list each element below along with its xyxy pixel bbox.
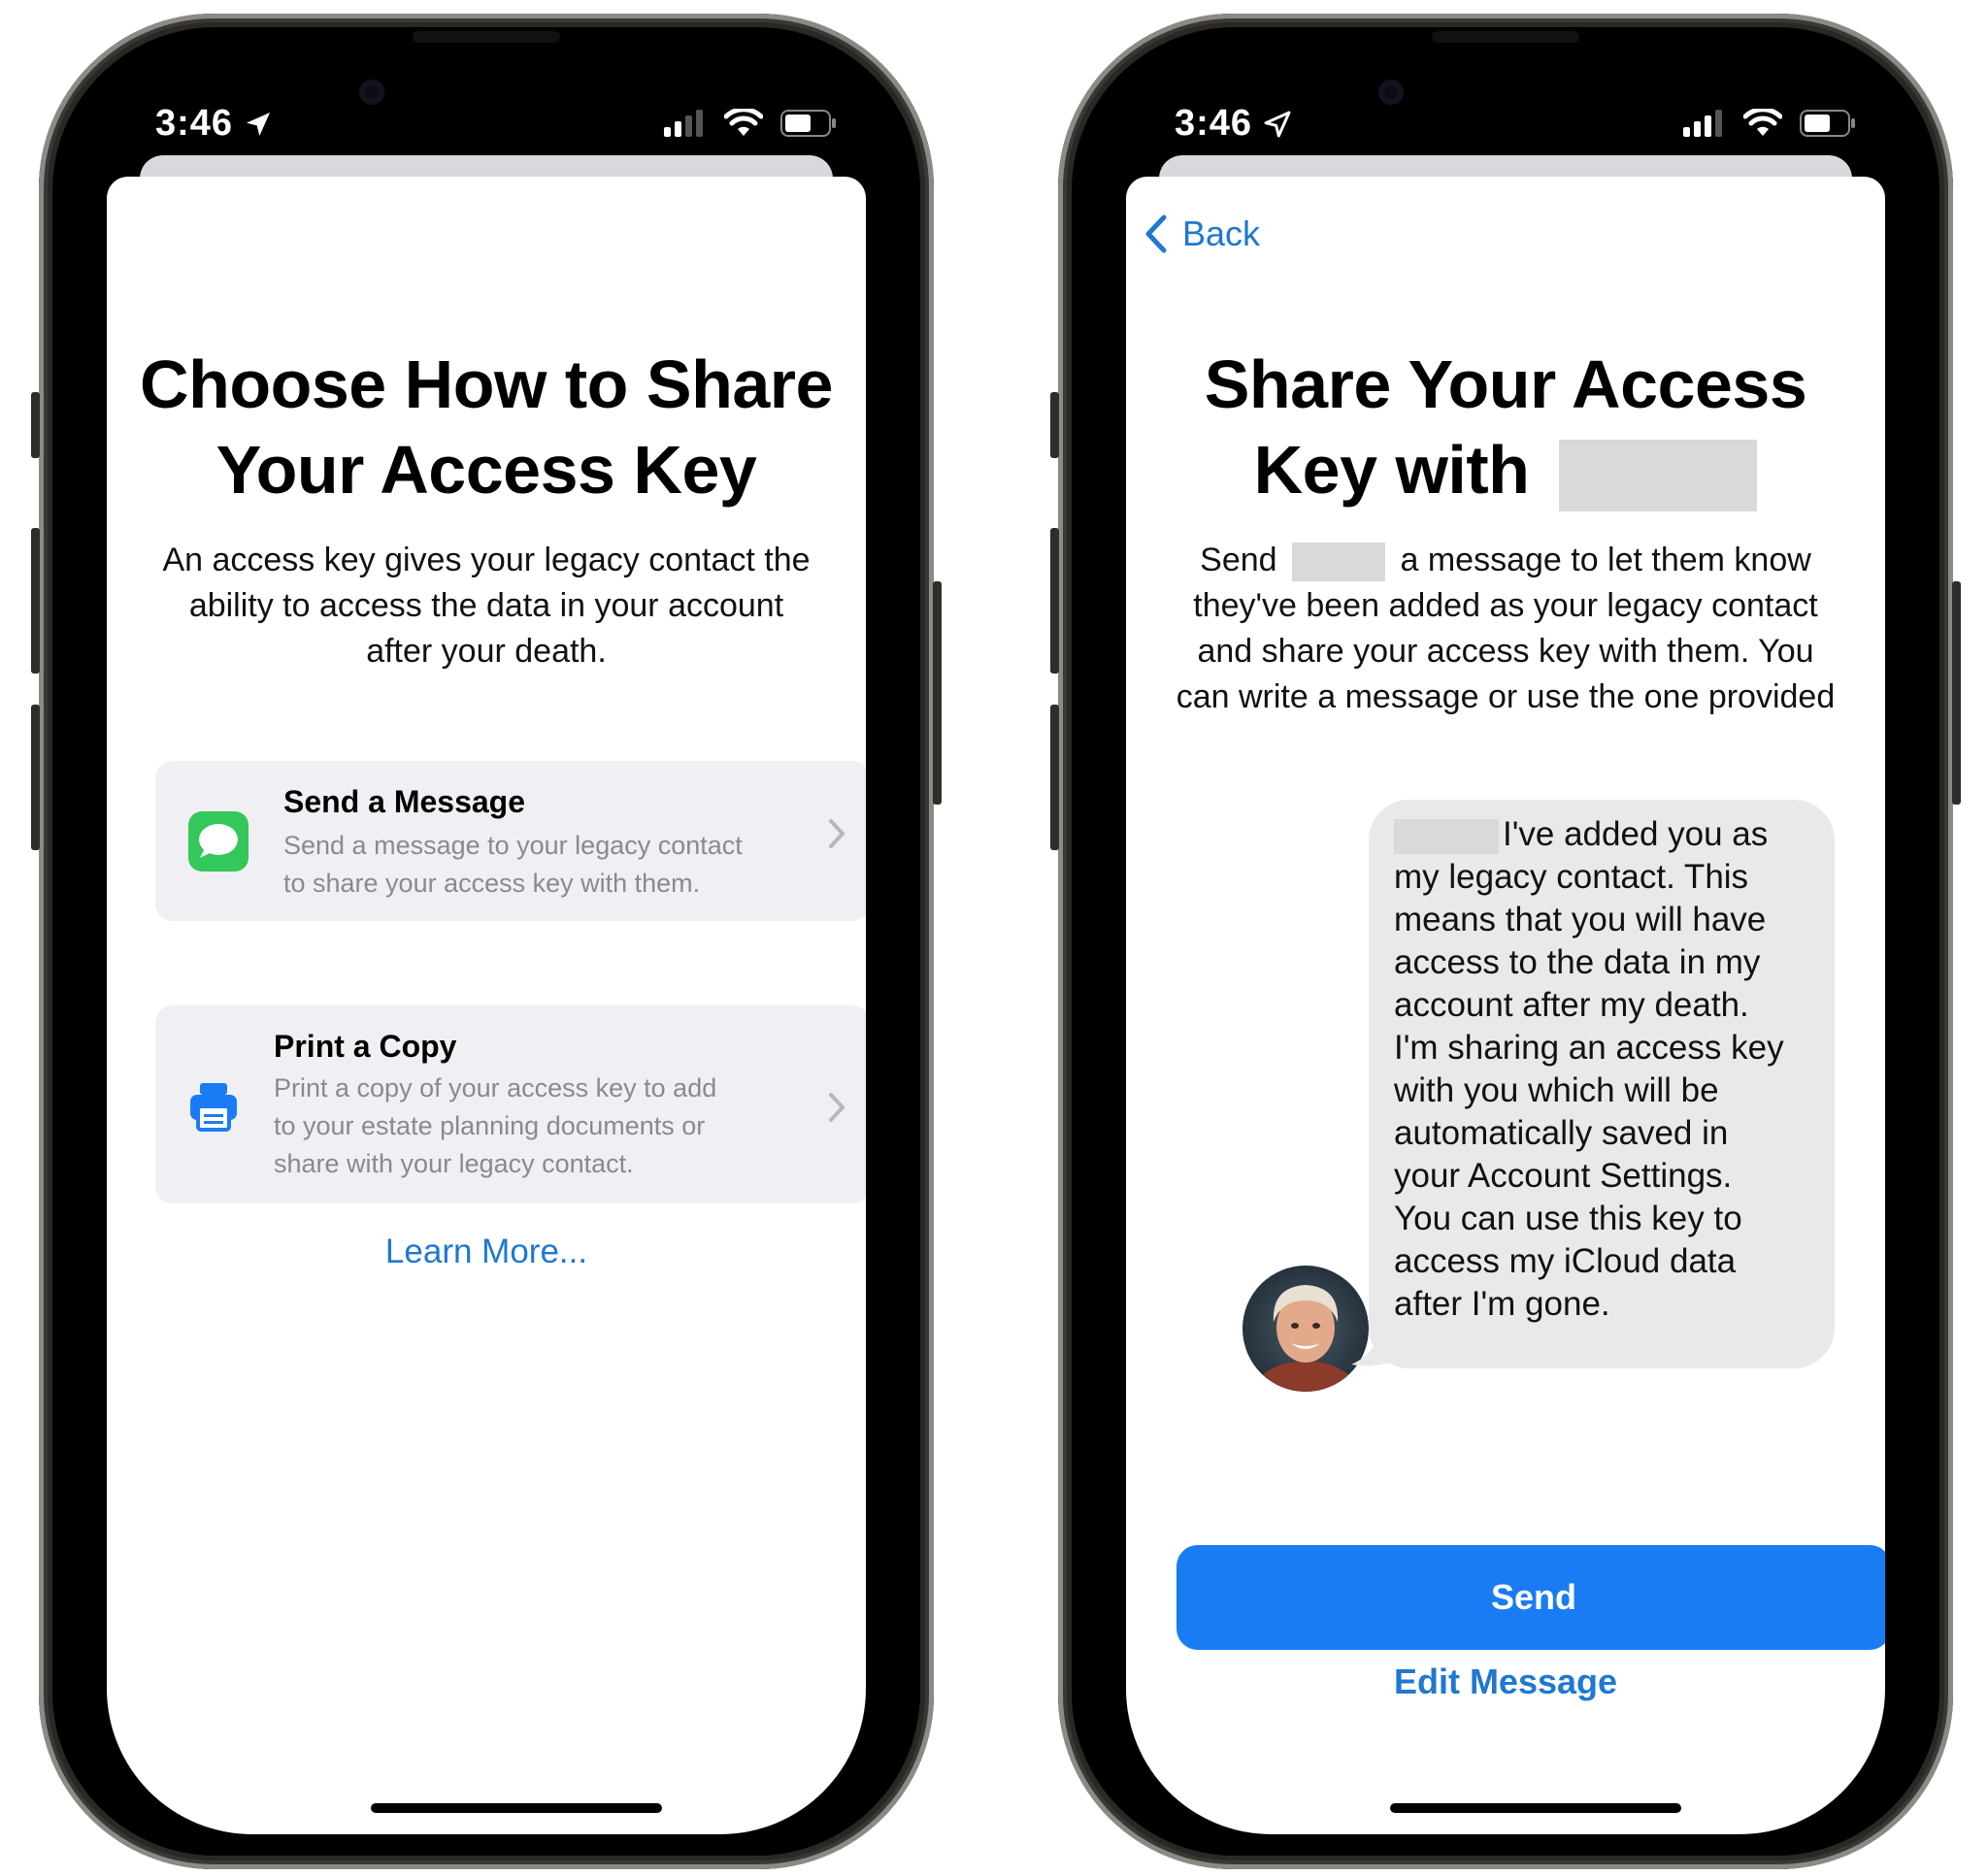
home-indicator <box>371 1803 662 1813</box>
phone-right: 3:46 Back Share Your Access Key with Sen… <box>1050 14 1961 1869</box>
title-line-2: Your Access Key <box>215 432 757 508</box>
message-line: access my iCloud data <box>1394 1242 1737 1280</box>
phone-left: 3:46 Choose How to Share Your Access Key… <box>31 14 942 1869</box>
message-line: with you which will be <box>1394 1071 1719 1109</box>
battery-icon <box>1800 110 1855 137</box>
option-print-copy[interactable]: Print a Copy Print a copy of your access… <box>155 1005 866 1203</box>
status-time-text: 3:46 <box>155 103 234 144</box>
signal-icon <box>1683 110 1722 137</box>
option-title: Send a Message <box>283 784 525 819</box>
mute-switch <box>31 392 40 458</box>
title-line-2-text: Key with <box>1253 432 1530 508</box>
location-arrow-icon <box>247 112 271 136</box>
wifi-icon <box>1743 109 1782 136</box>
redacted-name <box>1559 439 1758 511</box>
back-label: Back <box>1182 214 1261 253</box>
message-line-text: I've added you as <box>1503 815 1769 853</box>
home-indicator <box>1390 1803 1681 1813</box>
option-description: Print a copy of your access key to add t… <box>274 1070 716 1183</box>
messages-icon <box>188 811 248 872</box>
description-line: Send a message to let them know <box>1136 538 1875 583</box>
message-line: I've added you as <box>1394 813 1809 856</box>
status-bar-time: 3:46 <box>155 103 274 145</box>
mute-switch <box>1050 392 1059 458</box>
description-send-word: Send <box>1200 542 1277 578</box>
description-line: ability to access the data in your accou… <box>188 587 784 624</box>
printer-icon <box>186 1079 241 1134</box>
volume-down-button <box>31 705 40 850</box>
description: Send a message to let them know they've … <box>1136 538 1875 720</box>
screen-share-access: Back Share Your Access Key with Send a m… <box>1126 177 1885 1834</box>
title-line-1: Choose How to Share <box>140 346 833 422</box>
volume-up-button <box>1050 528 1059 674</box>
volume-down-button <box>1050 705 1059 850</box>
status-time-text: 3:46 <box>1175 103 1253 144</box>
message-line: automatically saved in <box>1394 1114 1729 1152</box>
page-title: Choose How to Share Your Access Key <box>107 342 866 512</box>
front-camera <box>1378 80 1404 105</box>
chevron-left-icon <box>1145 214 1167 253</box>
message-line: access to the data in my <box>1394 943 1761 981</box>
chevron-right-icon <box>827 1089 846 1133</box>
message-line: my legacy contact. This <box>1394 858 1749 896</box>
message-line: account after my death. <box>1394 986 1749 1024</box>
description-line: An access key gives your legacy contact … <box>162 542 811 578</box>
chevron-right-icon <box>827 815 846 859</box>
title-line-1: Share Your Access <box>1204 346 1807 422</box>
status-bar-time: 3:46 <box>1175 103 1293 145</box>
edit-message-button[interactable]: Edit Message <box>1126 1662 1885 1702</box>
option-desc-line: to share your access key with them. <box>283 869 701 898</box>
redacted-name <box>1394 818 1499 854</box>
power-button <box>1952 581 1961 805</box>
message-line: means that you will have <box>1394 901 1767 938</box>
description: An access key gives your legacy contact … <box>126 538 846 675</box>
screen-choose-share: Choose How to Share Your Access Key An a… <box>107 177 866 1834</box>
message-line: You can use this key to <box>1394 1200 1742 1237</box>
location-arrow-outline-icon <box>1264 111 1291 137</box>
message-line: after I'm gone. <box>1394 1285 1610 1323</box>
earpiece-speaker <box>1432 31 1579 43</box>
message-bubble: I've added you as my legacy contact. Thi… <box>1369 800 1835 1368</box>
signal-icon <box>664 110 703 137</box>
battery-icon <box>780 110 836 137</box>
option-desc-line: to your estate planning documents or <box>274 1111 706 1140</box>
wifi-icon <box>724 109 763 136</box>
option-desc-line: Print a copy of your access key to add <box>274 1073 717 1103</box>
description-line: they've been added as your legacy contac… <box>1193 587 1818 624</box>
volume-up-button <box>31 528 40 674</box>
option-desc-line: Send a message to your legacy contact <box>283 831 743 860</box>
power-button <box>933 581 942 805</box>
title-line-2: Key with <box>1126 427 1885 512</box>
page-title: Share Your Access Key with <box>1126 342 1885 512</box>
option-desc-line: share with your legacy contact. <box>274 1149 634 1178</box>
message-line: your Account Settings. <box>1394 1157 1733 1195</box>
message-line: I'm sharing an access key <box>1394 1029 1784 1067</box>
description-line: can write a message or use the one provi… <box>1176 678 1836 715</box>
description-line: and share your access key with them. You <box>1197 633 1814 670</box>
send-button[interactable]: Send <box>1176 1545 1885 1650</box>
option-description: Send a message to your legacy contact to… <box>283 827 743 903</box>
description-line-1-rest: a message to let them know <box>1400 542 1811 578</box>
option-title: Print a Copy <box>274 1029 457 1064</box>
front-camera <box>359 80 384 105</box>
earpiece-speaker <box>413 31 560 43</box>
learn-more-link[interactable]: Learn More... <box>107 1233 866 1271</box>
back-button[interactable]: Back <box>1143 214 1260 254</box>
status-bar-icons <box>1683 109 1856 138</box>
status-bar-icons <box>664 109 837 138</box>
redacted-name <box>1292 543 1386 582</box>
description-line: after your death. <box>366 633 607 670</box>
option-send-message[interactable]: Send a Message Send a message to your le… <box>155 761 866 921</box>
